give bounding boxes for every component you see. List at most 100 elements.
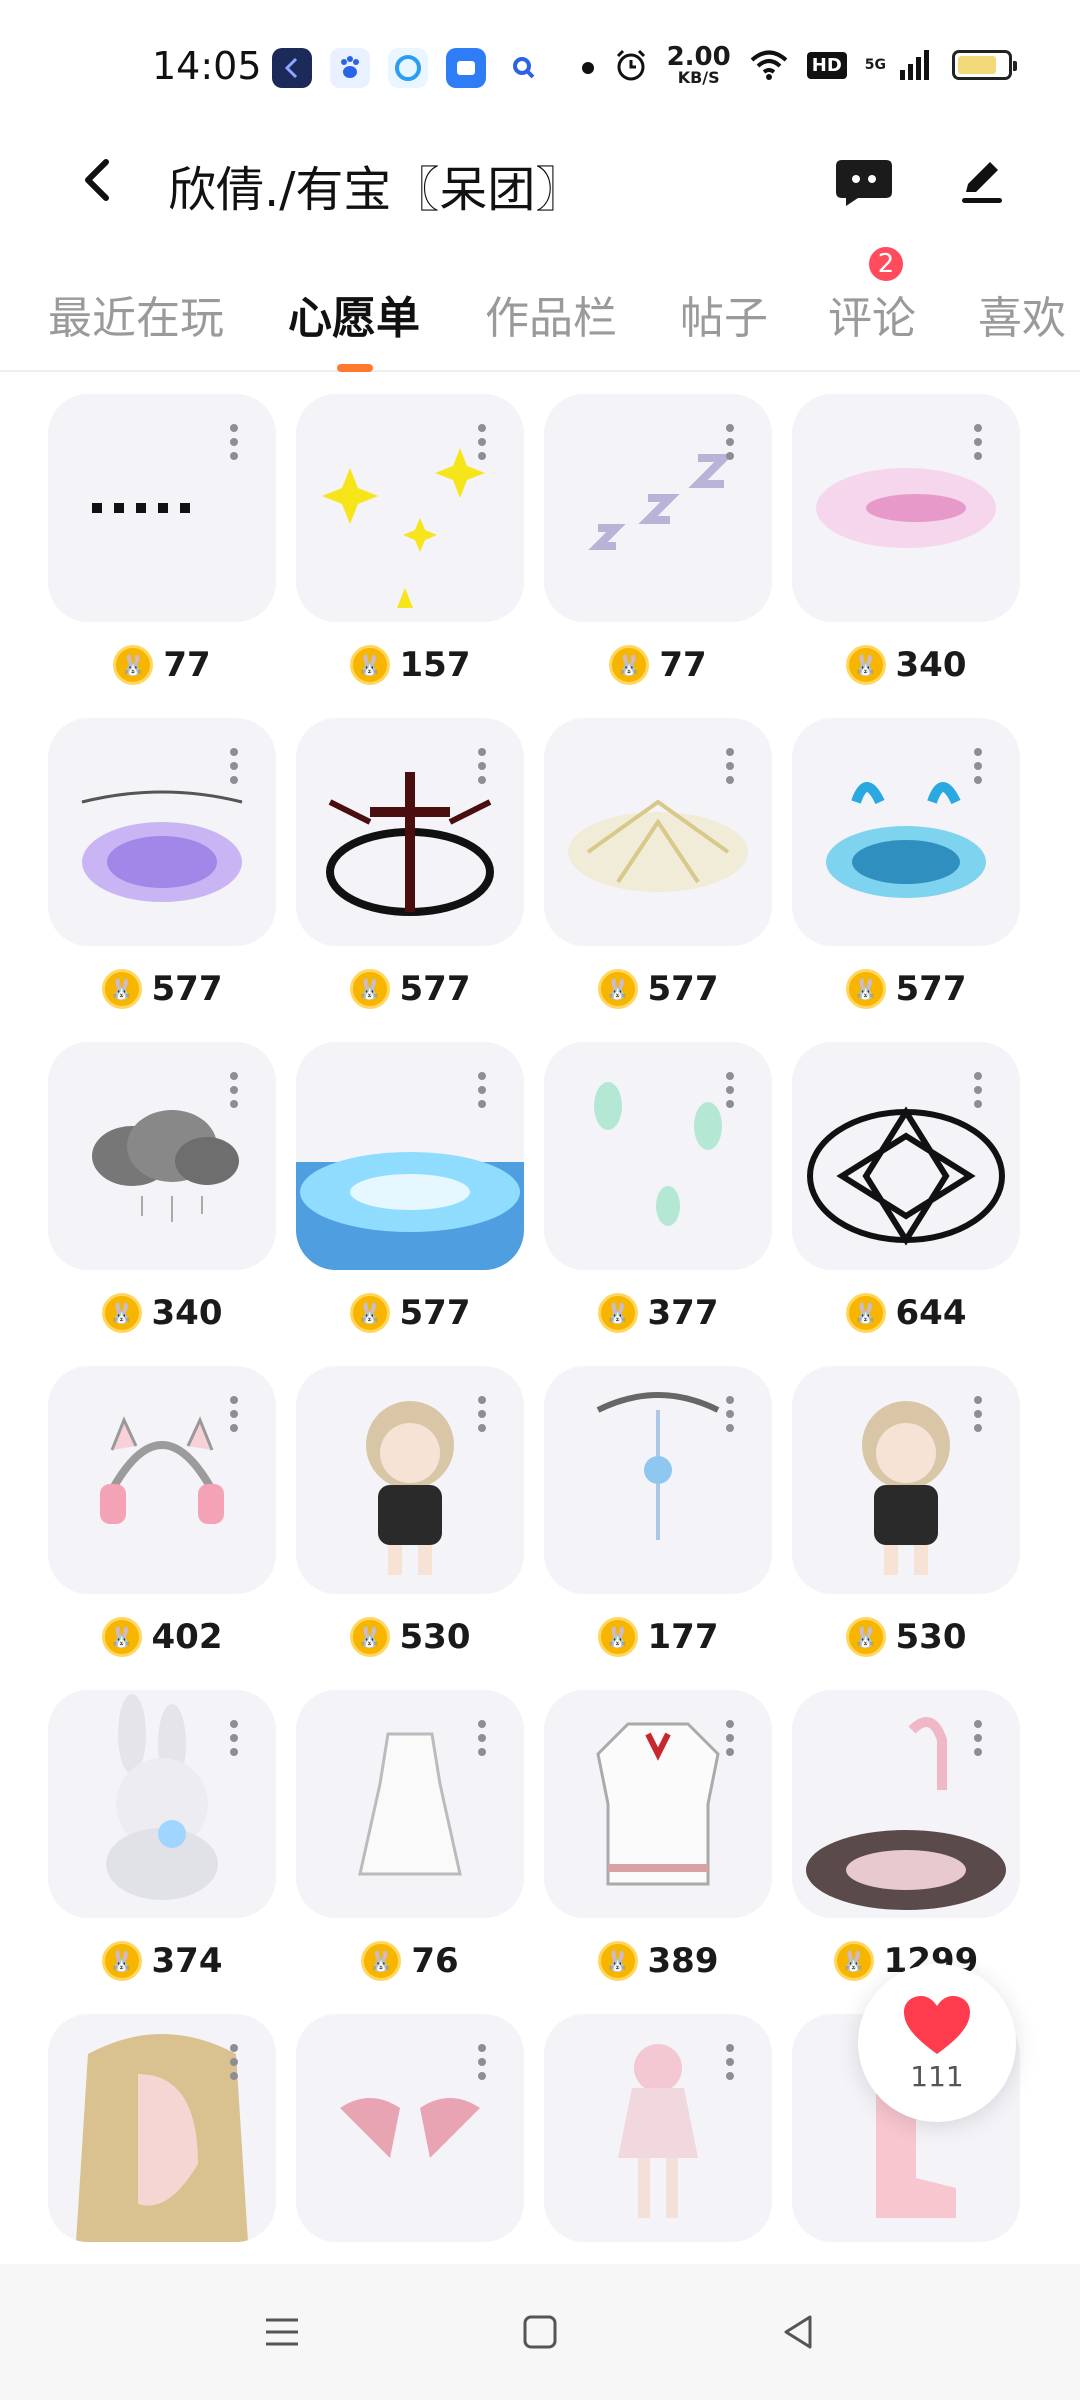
wishlist-item-card[interactable] [48,394,276,622]
heart-icon [904,1995,970,2054]
more-options-icon[interactable] [230,1072,238,1108]
wishlist-item-card[interactable] [544,1690,772,1918]
wishlist-item-card[interactable] [792,1366,1020,1594]
more-options-icon[interactable] [478,1396,486,1432]
status-bar: 14:05 2.00 KB/S HD 5G [0,0,1080,120]
tab-works[interactable]: 作品栏 [485,282,617,346]
more-options-icon[interactable] [230,748,238,784]
coin-icon: 🐰 [349,1617,390,1657]
item-price: 🐰 340 [780,638,1032,692]
home-square-icon [523,2315,557,2349]
system-navigation-bar [0,2264,1080,2400]
chevron-left-icon [85,159,109,201]
tab-wishlist[interactable]: 心愿单 [288,282,420,346]
item-price: 🐰 340 [36,1286,288,1340]
tab-likes[interactable]: 喜欢 [978,282,1066,346]
back-nav-button[interactable] [774,2308,822,2356]
item-thumbnail [48,394,276,622]
more-options-icon[interactable] [974,1396,982,1432]
wishlist-item-card[interactable] [792,718,1020,946]
wishlist-item-card[interactable] [296,394,524,622]
back-triangle-icon [784,2315,812,2349]
wishlist-item-card[interactable] [792,1042,1020,1270]
more-options-icon[interactable] [478,748,486,784]
coin-icon: 🐰 [597,1941,638,1981]
page-title: 欣倩./有宝〖呆团〗 [168,162,584,218]
more-options-icon[interactable] [726,2044,734,2080]
item-price: 🐰 374 [36,1934,288,1988]
wishlist-item-card[interactable] [544,1042,772,1270]
like-count: 111 [910,2059,964,2093]
item-price: 🐰 77 [36,638,288,692]
more-options-icon[interactable] [230,1720,238,1756]
more-options-icon[interactable] [974,424,982,460]
item-thumbnail [544,2014,772,2242]
more-options-icon[interactable] [974,1072,982,1108]
more-options-icon[interactable] [726,748,734,784]
item-price: 🐰 77 [532,638,784,692]
like-button[interactable]: 111 [858,1964,1016,2122]
item-thumbnail [296,718,524,946]
coin-icon: 🐰 [845,969,886,1009]
more-options-icon[interactable] [478,1720,486,1756]
signal-icon [900,50,929,80]
back-button[interactable] [70,152,126,208]
more-options-icon[interactable] [726,1720,734,1756]
more-options-icon[interactable] [726,424,734,460]
wishlist-item-card[interactable] [48,2014,276,2242]
item-price-value: 577 [895,969,967,1009]
wishlist-item-card[interactable] [544,394,772,622]
wishlist-item-card[interactable] [48,718,276,946]
home-nav-button[interactable] [516,2308,564,2356]
item-price: 🐰 177 [532,1610,784,1664]
more-options-icon[interactable] [478,1072,486,1108]
wishlist-item-card[interactable] [296,1690,524,1918]
messages-button[interactable] [832,148,896,212]
wishlist-item-card[interactable] [544,1366,772,1594]
coin-icon: 🐰 [597,1617,638,1657]
item-thumbnail [544,718,772,946]
wishlist-item-card[interactable] [296,1366,524,1594]
more-options-icon[interactable] [230,1396,238,1432]
item-thumbnail [48,1366,276,1594]
item-price-value: 77 [659,645,707,685]
wishlist-item-card[interactable] [792,394,1020,622]
more-options-icon[interactable] [230,424,238,460]
item-thumbnail [296,1042,524,1270]
wishlist-item-card[interactable] [296,718,524,946]
item-thumbnail [48,2014,276,2242]
wishlist-item-card[interactable] [296,2014,524,2242]
wishlist-item-card[interactable] [792,1690,1020,1918]
coin-icon: 🐰 [101,1941,142,1981]
wishlist-item-card[interactable] [296,1042,524,1270]
more-options-icon[interactable] [726,1396,734,1432]
item-thumbnail [792,1690,1020,1918]
profile-tabs: 最近在玩 心愿单 作品栏 帖子 评论 喜欢 [0,268,1080,372]
item-price-value: 402 [151,1617,223,1657]
edit-profile-button[interactable] [952,150,1012,210]
tab-posts[interactable]: 帖子 [680,282,768,346]
item-price-value: 577 [151,969,223,1009]
menu-nav-button[interactable] [258,2308,306,2356]
wishlist-item-card[interactable] [48,1690,276,1918]
wishlist-item-card[interactable] [544,718,772,946]
more-options-icon[interactable] [478,2044,486,2080]
more-options-icon[interactable] [230,2044,238,2080]
tab-comments[interactable]: 评论 [828,282,916,346]
tab-recently-played[interactable]: 最近在玩 [48,282,224,346]
item-price: 🐰 577 [532,962,784,1016]
more-options-icon[interactable] [974,748,982,784]
item-price: 🐰 157 [284,638,536,692]
wishlist-item-card[interactable] [48,1042,276,1270]
battery-icon [952,50,1017,80]
wishlist-item-card[interactable] [48,1366,276,1594]
more-options-icon[interactable] [726,1072,734,1108]
more-options-icon[interactable] [478,424,486,460]
item-price: 🐰 577 [36,962,288,1016]
item-price: 🐰 577 [284,1286,536,1340]
coin-icon: 🐰 [101,969,142,1009]
item-price: 🐰 577 [780,962,1032,1016]
wishlist-item-card[interactable] [544,2014,772,2242]
more-options-icon[interactable] [974,1720,982,1756]
coin-icon: 🐰 [833,1941,874,1981]
